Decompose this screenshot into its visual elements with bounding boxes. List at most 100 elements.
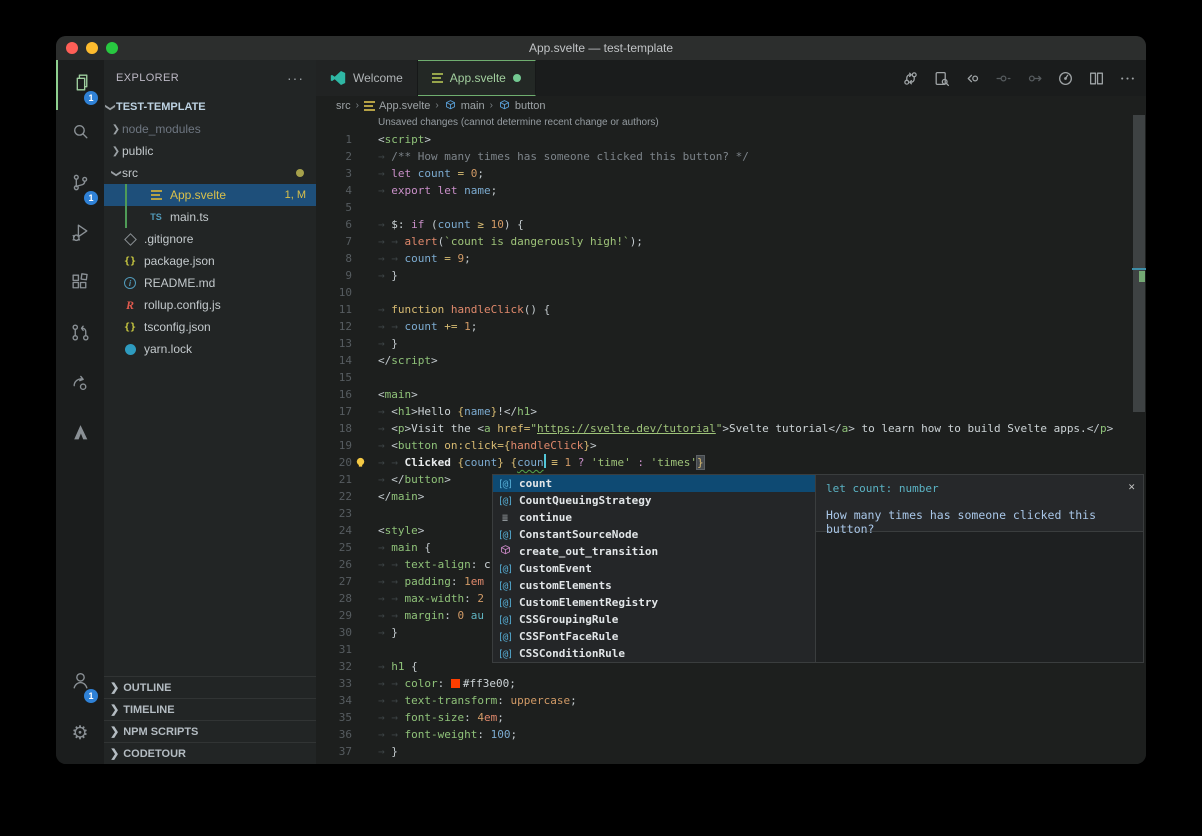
activity-item-account[interactable]: 1 (56, 658, 104, 708)
code-line-36[interactable]: 36→ → font-weight: 100; (316, 726, 1146, 743)
activity-item-run-debug[interactable] (56, 210, 104, 260)
activity-item-source-control[interactable]: 1 (56, 160, 104, 210)
minimize-window-button[interactable] (86, 42, 98, 54)
modified-dot[interactable] (513, 74, 521, 82)
suggestion-continue[interactable]: ≣continue (493, 509, 815, 526)
code-line-17[interactable]: 17→ <h1>Hello {name}!</h1> (316, 403, 1146, 420)
activity-item-search[interactable] (56, 110, 104, 160)
line-number[interactable]: 3 (316, 165, 352, 182)
breadcrumb-item-main[interactable]: main (444, 99, 485, 112)
line-number[interactable]: 9 (316, 267, 352, 284)
suggestion-CSSConditionRule[interactable]: [@]CSSConditionRule (493, 645, 815, 662)
line-number[interactable]: 32 (316, 658, 352, 675)
code-line-14[interactable]: 14</script> (316, 352, 1146, 369)
tree-item-node_modules[interactable]: ❯node_modules (104, 118, 316, 140)
line-number[interactable]: 24 (316, 522, 352, 539)
line-number[interactable]: 27 (316, 573, 352, 590)
code-line-9[interactable]: 9→ } (316, 267, 1146, 284)
line-number[interactable]: 15 (316, 369, 352, 386)
line-number[interactable]: 23 (316, 505, 352, 522)
tab-welcome[interactable]: Welcome (316, 60, 418, 96)
scrollbar-thumb[interactable] (1133, 115, 1145, 412)
suggestion-customElements[interactable]: [@]customElements (493, 577, 815, 594)
code-line-15[interactable]: 15 (316, 369, 1146, 386)
line-number[interactable]: 16 (316, 386, 352, 403)
line-number[interactable]: 18 (316, 420, 352, 437)
activity-item-github-pr[interactable] (56, 310, 104, 360)
lightbulb-icon[interactable] (354, 456, 367, 469)
activity-item-extensions[interactable] (56, 260, 104, 310)
line-number[interactable]: 20 (316, 454, 352, 471)
tree-item-tsconfig.json[interactable]: {}tsconfig.json (104, 316, 316, 338)
line-number[interactable]: 29 (316, 607, 352, 624)
activity-item-live-share[interactable] (56, 360, 104, 410)
color-swatch[interactable] (451, 679, 460, 688)
activity-item-azure[interactable] (56, 410, 104, 460)
code-line-4[interactable]: 4→ export let name; (316, 182, 1146, 199)
open-changes-icon[interactable] (930, 67, 952, 89)
code-line-2[interactable]: 2→ /** How many times has someone clicke… (316, 148, 1146, 165)
code-line-3[interactable]: 3→ let count = 0; (316, 165, 1146, 182)
line-number[interactable]: 13 (316, 335, 352, 352)
code-line-12[interactable]: 12→ → count += 1; (316, 318, 1146, 335)
tree-item-public[interactable]: ❯public (104, 140, 316, 162)
line-number[interactable]: 26 (316, 556, 352, 573)
suggestion-create_out_transition[interactable]: create_out_transition (493, 543, 815, 560)
suggestion-CustomElementRegistry[interactable]: [@]CustomElementRegistry (493, 594, 815, 611)
suggestion-count[interactable]: [@]count (493, 475, 815, 492)
code-line-13[interactable]: 13→ } (316, 335, 1146, 352)
line-number[interactable]: 1 (316, 131, 352, 148)
code-line-16[interactable]: 16<main> (316, 386, 1146, 403)
code-line-6[interactable]: 6→ $: if (count ≥ 10) { (316, 216, 1146, 233)
back-change-icon[interactable] (961, 67, 983, 89)
line-number[interactable]: 36 (316, 726, 352, 743)
suggestion-CountQueuingStrategy[interactable]: [@]CountQueuingStrategy (493, 492, 815, 509)
code-line-10[interactable]: 10 (316, 284, 1146, 301)
tree-item-main.ts[interactable]: TSmain.ts (104, 206, 316, 228)
line-number[interactable]: 25 (316, 539, 352, 556)
suggestion-CSSGroupingRule[interactable]: [@]CSSGroupingRule (493, 611, 815, 628)
code-line-20[interactable]: 20→ → Clicked {count} {coun ≡ 1 ? 'time'… (316, 454, 1146, 471)
tree-item-rollup.config.js[interactable]: Rrollup.config.js (104, 294, 316, 316)
line-number[interactable]: 35 (316, 709, 352, 726)
zoom-window-button[interactable] (106, 42, 118, 54)
breadcrumb-item-src[interactable]: src (336, 100, 351, 112)
line-number[interactable]: 12 (316, 318, 352, 335)
line-number[interactable]: 5 (316, 199, 352, 216)
tree-item-README.md[interactable]: iREADME.md (104, 272, 316, 294)
line-number[interactable]: 6 (316, 216, 352, 233)
breadcrumb-item-button[interactable]: button (498, 99, 546, 112)
more-actions-icon[interactable]: ··· (287, 70, 304, 86)
code-line-37[interactable]: 37→ } (316, 743, 1146, 760)
line-number[interactable]: 37 (316, 743, 352, 760)
code-editor[interactable]: Unsaved changes (cannot determine recent… (316, 115, 1146, 764)
code-line-11[interactable]: 11→ function handleClick() { (316, 301, 1146, 318)
codetour-run-icon[interactable] (1054, 67, 1076, 89)
code-line-18[interactable]: 18→ <p>Visit the <a href="https://svelte… (316, 420, 1146, 437)
tree-item-package.json[interactable]: {}package.json (104, 250, 316, 272)
section-timeline[interactable]: ❯TIMELINE (104, 698, 316, 720)
section-codetour[interactable]: ❯CODETOUR (104, 742, 316, 764)
line-number[interactable]: 7 (316, 233, 352, 250)
line-number[interactable]: 4 (316, 182, 352, 199)
line-number[interactable]: 33 (316, 675, 352, 692)
more-actions-icon[interactable] (1116, 67, 1138, 89)
close-window-button[interactable] (66, 42, 78, 54)
code-line-5[interactable]: 5 (316, 199, 1146, 216)
tree-item-yarn.lock[interactable]: yarn.lock (104, 338, 316, 360)
git-compare-icon[interactable] (899, 67, 921, 89)
previous-change-icon[interactable] (992, 67, 1014, 89)
line-number[interactable]: 17 (316, 403, 352, 420)
tree-root[interactable]: ❯TEST-TEMPLATE (104, 96, 316, 118)
line-number[interactable]: 21 (316, 471, 352, 488)
next-change-icon[interactable] (1023, 67, 1045, 89)
unsaved-changes-annotation[interactable]: Unsaved changes (cannot determine recent… (316, 115, 1146, 131)
line-number[interactable]: 10 (316, 284, 352, 301)
tree-item-.gitignore[interactable]: .gitignore (104, 228, 316, 250)
suggestion-CustomEvent[interactable]: [@]CustomEvent (493, 560, 815, 577)
code-line-7[interactable]: 7→ → alert(`count is dangerously high!`)… (316, 233, 1146, 250)
code-line-1[interactable]: 1<script> (316, 131, 1146, 148)
close-icon[interactable]: ✕ (1128, 480, 1135, 493)
line-number[interactable]: 31 (316, 641, 352, 658)
section-npm-scripts[interactable]: ❯NPM SCRIPTS (104, 720, 316, 742)
